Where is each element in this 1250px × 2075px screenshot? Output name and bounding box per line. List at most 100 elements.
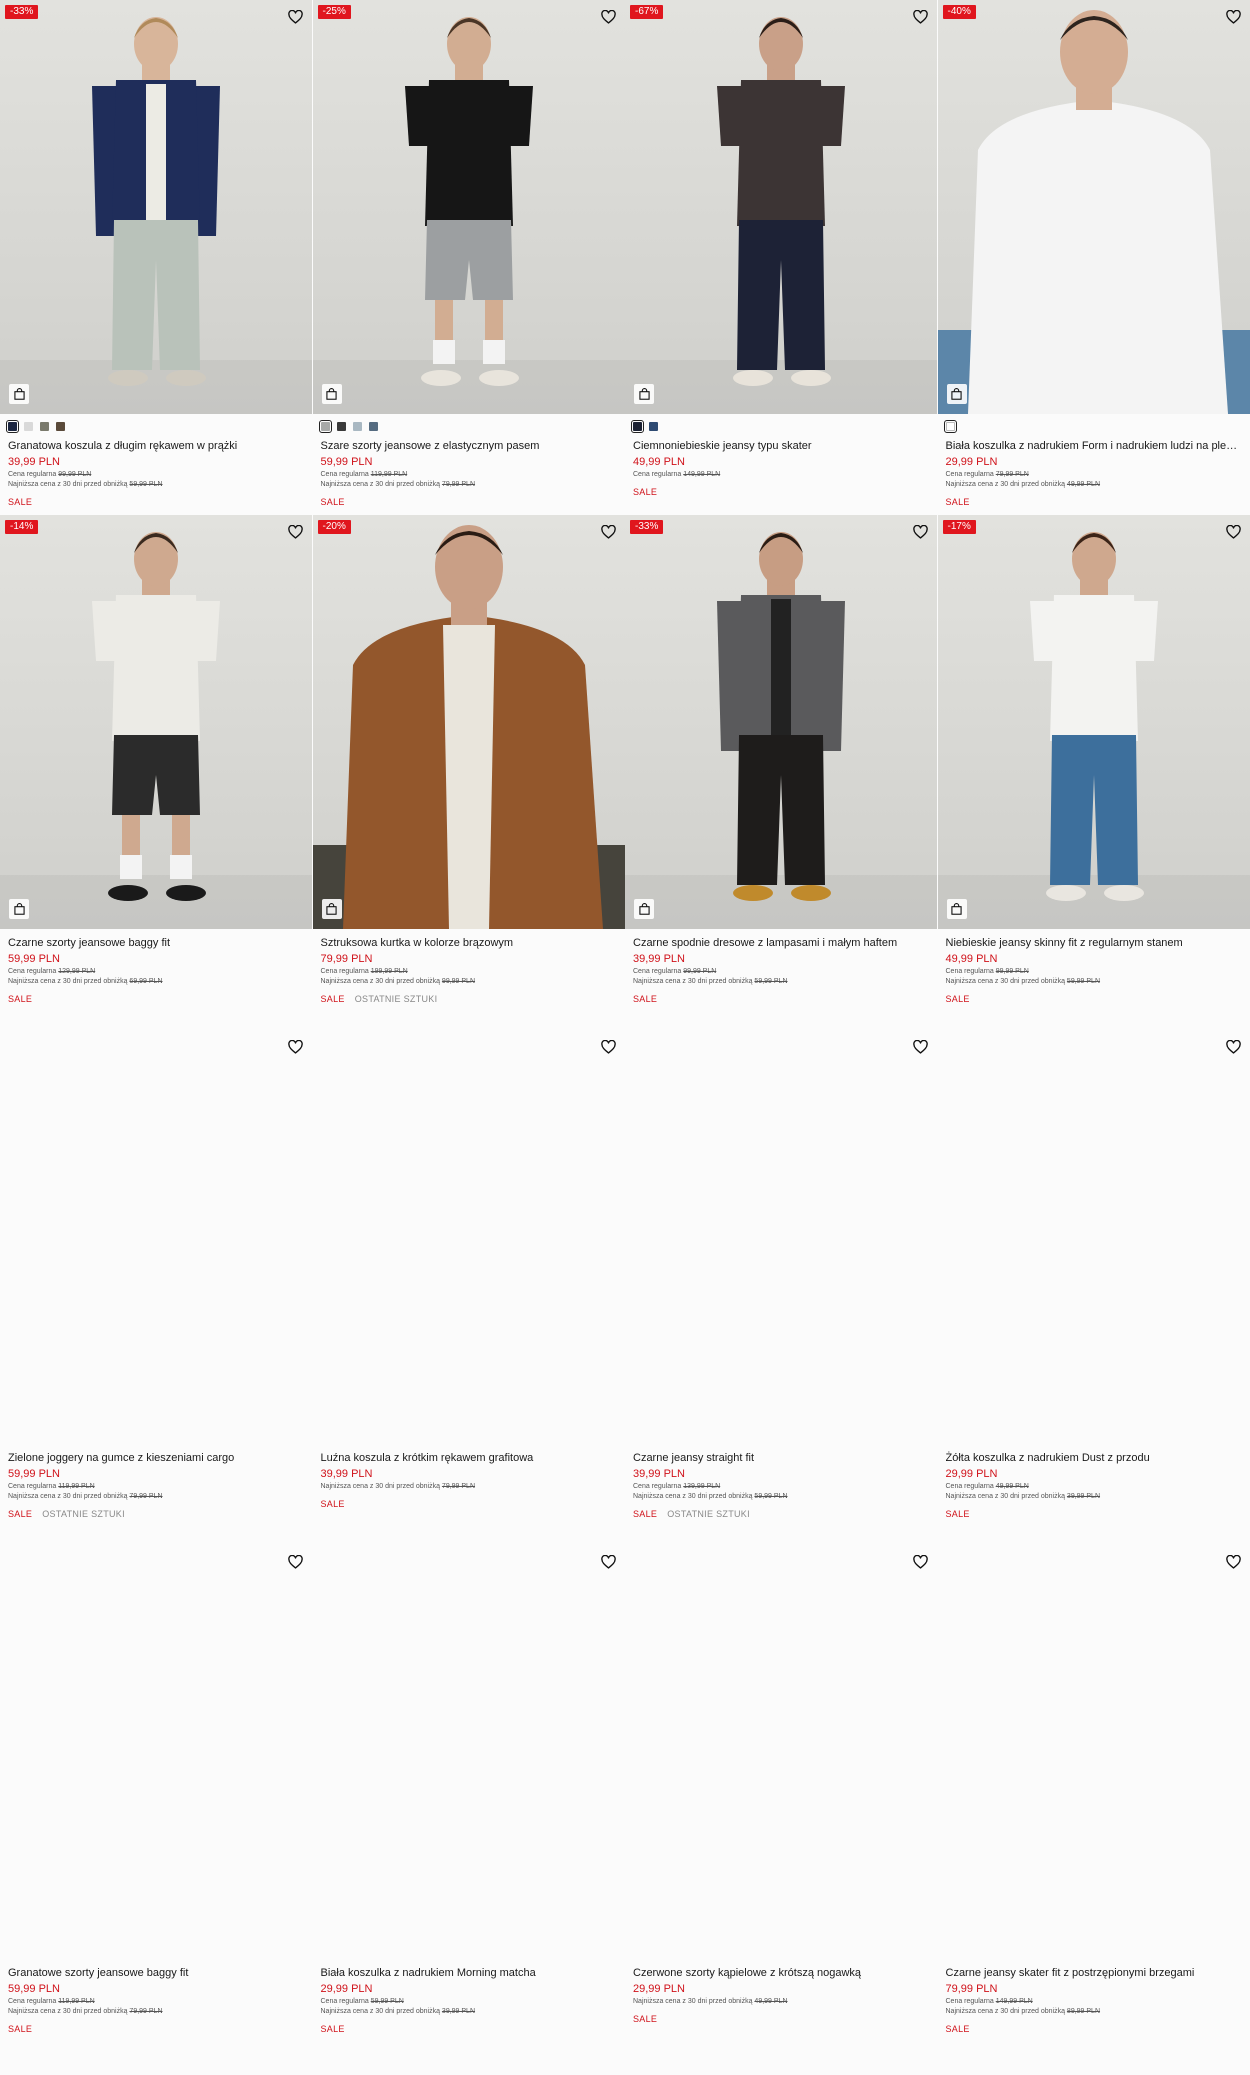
product-card-6[interactable]: -20% Sztruksowa kurtka w kolorze brązowy… [312, 515, 626, 1030]
regular-price-label: Cena regularna [320, 471, 369, 478]
discount-badge: -25% [317, 5, 351, 19]
color-swatch[interactable] [943, 419, 957, 433]
product-card-15[interactable]: Czerwone szorty kąpielowe z krótszą noga… [625, 1545, 938, 2060]
product-card-3[interactable]: -67% Ciemnoniebieskie jeansy typu skater… [625, 0, 938, 515]
shopping-bag-icon[interactable] [946, 899, 967, 919]
product-image[interactable] [312, 0, 625, 414]
heart-icon[interactable] [599, 1553, 617, 1571]
product-name[interactable]: Sztruksowa kurtka w kolorze brązowym [321, 935, 618, 951]
color-swatch[interactable] [649, 421, 658, 431]
product-name[interactable]: Biała koszulka z nadrukiem Morning match… [321, 1965, 618, 1981]
heart-icon[interactable] [599, 8, 617, 26]
product-info: Luźna koszula z krótkim rękawem grafitow… [321, 1444, 618, 1510]
product-name[interactable]: Czarne jeansy straight fit [633, 1450, 930, 1466]
shopping-bag-icon[interactable] [321, 384, 342, 404]
product-card-7[interactable]: -33% Czarne spodnie dresowe z lampasami … [625, 515, 938, 1030]
product-image[interactable] [625, 1545, 937, 1959]
heart-icon[interactable] [912, 1553, 930, 1571]
lowest-price-label: Najniższa cena z 30 dni przed obniżką [320, 1483, 440, 1490]
product-card-5[interactable]: -14% Czarne szorty jeansowe baggy fit 59… [0, 515, 313, 1030]
color-swatch[interactable] [336, 421, 346, 431]
product-card-10[interactable]: Luźna koszula z krótkim rękawem grafitow… [312, 1030, 626, 1545]
color-swatch[interactable] [6, 419, 19, 433]
discount-badge: -33% [630, 520, 664, 534]
product-image[interactable] [625, 1030, 937, 1444]
product-card-4[interactable]: -40% Biała koszulka z nadrukiem Form i n… [937, 0, 1250, 515]
heart-icon[interactable] [287, 8, 305, 26]
product-name[interactable]: Czarne jeansy skater fit z postrzępionym… [946, 1965, 1243, 1981]
product-card-2[interactable]: -25% Szare szorty jeansowe z elastycznym… [312, 0, 626, 515]
product-name[interactable]: Niebieskie jeansy skinny fit z regularny… [946, 935, 1243, 951]
product-card-12[interactable]: Żółta koszulka z nadrukiem Dust z przodu… [937, 1030, 1250, 1545]
color-swatch[interactable] [631, 419, 644, 433]
lowest-price-value: 59,99 PLN [754, 1493, 788, 1500]
product-name[interactable]: Luźna koszula z krótkim rękawem grafitow… [321, 1450, 618, 1466]
product-name[interactable]: Szare szorty jeansowe z elastycznym pase… [321, 438, 618, 454]
product-image[interactable] [937, 1030, 1250, 1444]
heart-icon[interactable] [287, 523, 305, 541]
product-name[interactable]: Czarne szorty jeansowe baggy fit [8, 935, 305, 951]
product-image[interactable] [0, 0, 312, 414]
product-price: 29,99 PLN [320, 1983, 373, 1995]
sale-tag: SALE [320, 994, 345, 1004]
product-name[interactable]: Biała koszulka z nadrukiem Form i nadruk… [946, 438, 1243, 454]
product-card-8[interactable]: -17% Niebieskie jeansy skinny fit z regu… [937, 515, 1250, 1030]
product-image[interactable] [312, 1030, 625, 1444]
shopping-bag-icon[interactable] [634, 384, 654, 404]
heart-icon[interactable] [599, 1038, 617, 1056]
product-card-14[interactable]: Biała koszulka z nadrukiem Morning match… [312, 1545, 626, 2060]
product-name[interactable]: Zielone joggery na gumce z kieszeniami c… [8, 1450, 305, 1466]
product-name[interactable]: Granatowa koszula z długim rękawem w prą… [8, 438, 305, 454]
heart-icon[interactable] [287, 1038, 305, 1056]
heart-icon[interactable] [1224, 1038, 1242, 1056]
product-card-1[interactable]: -33% Granatowa koszula z długim rękawem … [0, 0, 313, 515]
product-image[interactable] [625, 515, 937, 929]
product-image[interactable] [937, 0, 1250, 414]
product-name[interactable]: Czerwone szorty kąpielowe z krótszą noga… [633, 1965, 930, 1981]
heart-icon[interactable] [912, 523, 930, 541]
product-image[interactable] [0, 515, 312, 929]
lowest-price-label: Najniższa cena z 30 dni przed obniżką [320, 2008, 440, 2015]
shopping-bag-icon[interactable] [946, 384, 967, 404]
heart-icon[interactable] [1224, 1553, 1242, 1571]
lowest-price-line: Najniższa cena z 30 dni przed obniżką 49… [633, 1997, 930, 2007]
heart-icon[interactable] [287, 1553, 305, 1571]
product-card-13[interactable]: Granatowe szorty jeansowe baggy fit 59,9… [0, 1545, 313, 2060]
product-image[interactable] [0, 1545, 312, 1959]
heart-icon[interactable] [1224, 8, 1242, 26]
color-swatch[interactable] [368, 421, 378, 431]
lowest-price-line: Najniższa cena z 30 dni przed obniżką 79… [321, 480, 618, 490]
lowest-price-value: 99,99 PLN [441, 978, 476, 985]
shopping-bag-icon[interactable] [634, 899, 654, 919]
product-card-9[interactable]: Zielone joggery na gumce z kieszeniami c… [0, 1030, 313, 1545]
product-image[interactable] [937, 1545, 1250, 1959]
color-swatch[interactable] [56, 421, 65, 431]
color-swatch[interactable] [318, 419, 332, 433]
heart-icon[interactable] [912, 1038, 930, 1056]
shopping-bag-icon[interactable] [9, 384, 29, 404]
color-swatch[interactable] [24, 421, 33, 431]
product-image[interactable] [937, 515, 1250, 929]
shopping-bag-icon[interactable] [321, 899, 342, 919]
product-image[interactable] [0, 1030, 312, 1444]
heart-icon[interactable] [599, 523, 617, 541]
product-name[interactable]: Czarne spodnie dresowe z lampasami i mał… [633, 935, 930, 951]
product-name[interactable]: Granatowe szorty jeansowe baggy fit [8, 1965, 305, 1981]
heart-icon[interactable] [1224, 523, 1242, 541]
color-swatch[interactable] [352, 421, 362, 431]
product-image[interactable] [312, 1545, 625, 1959]
regular-price-label: Cena regularna [945, 1998, 994, 2005]
product-card-16[interactable]: Czarne jeansy skater fit z postrzępionym… [937, 1545, 1250, 2060]
product-image[interactable] [312, 515, 625, 929]
heart-icon[interactable] [912, 8, 930, 26]
product-name[interactable]: Ciemnoniebieskie jeansy typu skater [633, 438, 930, 454]
product-card-11[interactable]: Czarne jeansy straight fit 39,99 PLN Cen… [625, 1030, 938, 1545]
lowest-price-label: Najniższa cena z 30 dni przed obniżką [945, 1493, 1065, 1500]
shopping-bag-icon[interactable] [9, 899, 29, 919]
lowest-price-value: 79,99 PLN [441, 481, 476, 488]
product-name[interactable]: Żółta koszulka z nadrukiem Dust z przodu [946, 1450, 1243, 1466]
product-image[interactable] [625, 0, 937, 414]
color-swatch[interactable] [40, 421, 49, 431]
sale-tag: SALE [633, 1509, 658, 1519]
regular-price-line: Cena regularna 59,99 PLN [321, 1997, 618, 2007]
